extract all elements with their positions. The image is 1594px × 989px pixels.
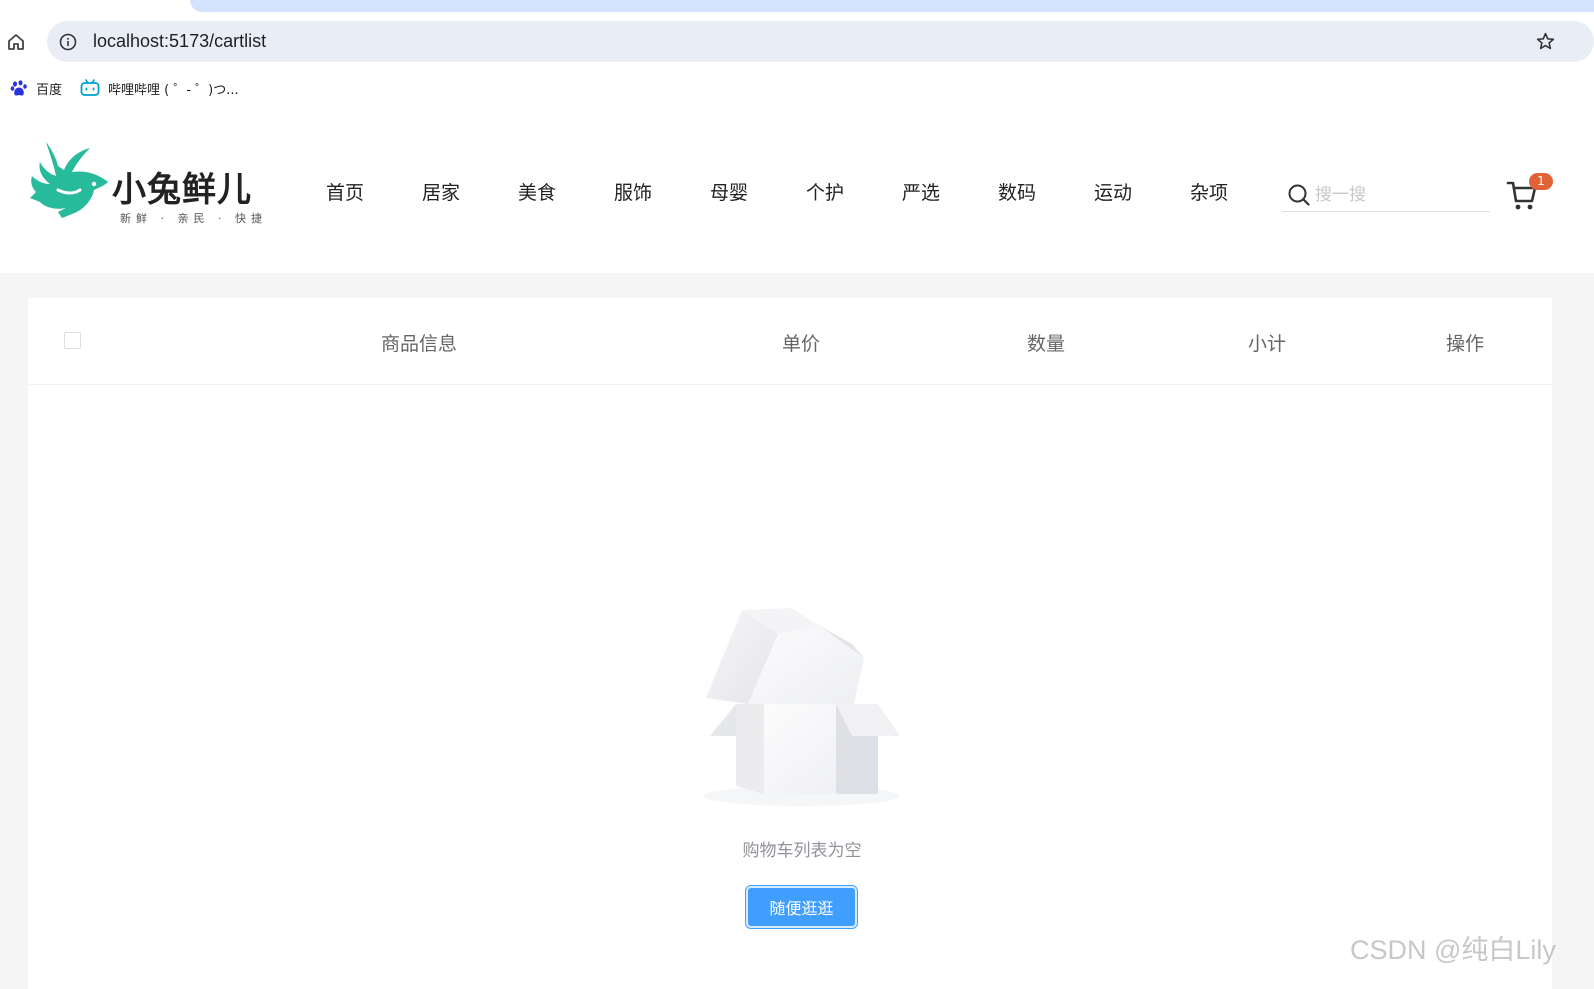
browse-button[interactable]: 随便逛逛 (745, 885, 858, 929)
column-unit-price: 单价 (782, 333, 821, 355)
cart-count-badge: 1 (1529, 173, 1553, 190)
logo[interactable]: 小兔鲜儿 新鲜 · 亲民 · 快捷 (28, 140, 273, 230)
main-nav: 首页 居家 美食 服饰 母婴 个护 严选 数码 运动 杂项 (326, 178, 1286, 205)
logo-text: 小兔鲜儿 (112, 170, 252, 210)
empty-box-illustration (704, 608, 900, 806)
column-subtotal: 小计 (1248, 333, 1287, 355)
nav-item-sports[interactable]: 运动 (1094, 178, 1190, 205)
column-action: 操作 (1446, 333, 1485, 355)
bilibili-tv-icon (80, 79, 100, 96)
cart-table-header: 商品信息 单价 数量 小计 操作 (28, 298, 1552, 385)
baidu-paw-icon (10, 80, 27, 96)
nav-item-personal-care[interactable]: 个护 (806, 178, 902, 205)
logo-slogan: 新鲜 · 亲民 · 快捷 (120, 212, 267, 225)
nav-item-food[interactable]: 美食 (518, 178, 614, 205)
nav-item-home[interactable]: 首页 (326, 178, 422, 205)
empty-cart-message: 购物车列表为空 (742, 841, 862, 861)
site-header: 小兔鲜儿 新鲜 · 亲民 · 快捷 首页 居家 美食 服饰 母婴 个护 严选 数… (0, 120, 1594, 273)
bookmark-bilibili[interactable]: 哔哩哔哩 ( ゜- ゜)つ... (80, 79, 239, 98)
nav-item-selected[interactable]: 严选 (902, 178, 998, 205)
address-bar[interactable]: localhost:5173/cartlist (47, 21, 1594, 62)
home-button[interactable] (4, 30, 28, 54)
nav-item-baby[interactable]: 母婴 (710, 178, 806, 205)
cart-button[interactable]: 1 (1506, 173, 1553, 212)
search-input[interactable] (1315, 184, 1475, 205)
url-text[interactable]: localhost:5173/cartlist (93, 31, 266, 52)
nav-item-misc[interactable]: 杂项 (1190, 178, 1286, 205)
search-box (1282, 178, 1490, 212)
cart-panel: 商品信息 单价 数量 小计 操作 购物车列表为空 随便逛逛 (28, 298, 1552, 989)
tab-strip (190, 0, 1594, 12)
bookmark-star-icon[interactable] (1535, 31, 1556, 52)
select-all-checkbox[interactable] (64, 332, 81, 349)
home-icon (8, 34, 24, 50)
nav-item-digital[interactable]: 数码 (998, 178, 1094, 205)
bookmark-label: 百度 (36, 82, 63, 98)
site-info-icon[interactable] (58, 32, 78, 52)
column-quantity: 数量 (1027, 333, 1066, 355)
rabbit-logo-icon (30, 142, 108, 218)
bookmarks-bar: 百度 哔哩哔哩 ( ゜- ゜)つ... (10, 76, 239, 100)
search-icon[interactable] (1287, 183, 1311, 207)
watermark: CSDN @纯白Lily (1350, 935, 1556, 965)
bookmark-label: 哔哩哔哩 ( ゜- ゜)つ... (108, 82, 239, 98)
nav-item-home-living[interactable]: 居家 (422, 178, 518, 205)
bookmark-baidu[interactable]: 百度 (10, 79, 62, 98)
column-goods-info: 商品信息 (381, 333, 458, 355)
nav-item-clothing[interactable]: 服饰 (614, 178, 710, 205)
